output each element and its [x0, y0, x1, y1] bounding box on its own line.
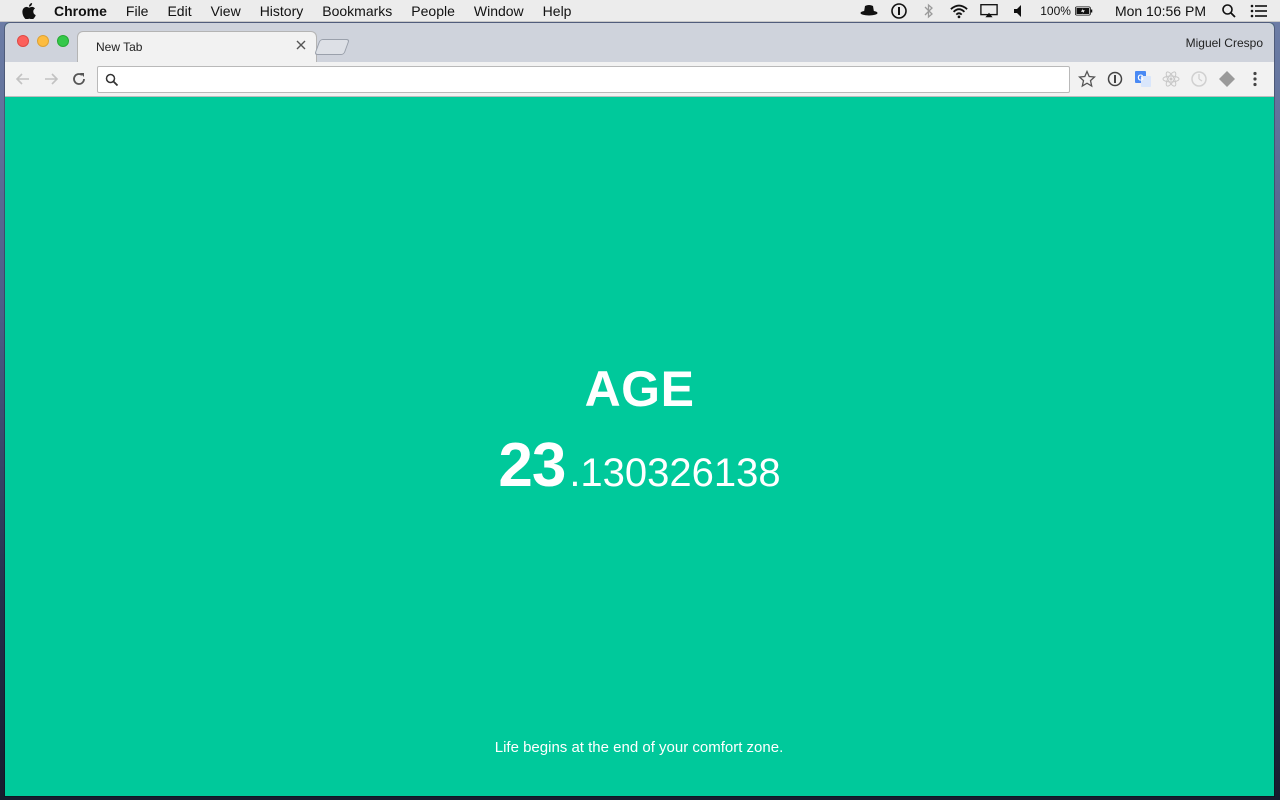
password-extension-icon[interactable]	[1106, 70, 1124, 88]
wifi-icon[interactable]	[950, 3, 968, 19]
window-close-button[interactable]	[17, 35, 29, 47]
menu-app-name[interactable]: Chrome	[54, 0, 107, 22]
chrome-menu-icon[interactable]	[1246, 70, 1264, 88]
menu-edit[interactable]: Edit	[167, 0, 191, 22]
menu-history[interactable]: History	[260, 0, 304, 22]
age-heading: AGE	[584, 361, 695, 417]
bookmark-star-icon[interactable]	[1078, 70, 1096, 88]
battery-charging-icon[interactable]	[1074, 3, 1093, 19]
tab-new-tab[interactable]: New Tab	[77, 31, 317, 62]
volume-icon[interactable]	[1010, 3, 1028, 19]
battery-percentage: 100%	[1040, 4, 1071, 18]
profile-name[interactable]: Miguel Crespo	[1186, 36, 1263, 50]
window-maximize-button[interactable]	[57, 35, 69, 47]
browser-toolbar: G	[5, 62, 1274, 97]
forward-arrow-icon[interactable]	[42, 70, 60, 88]
layers-extension-icon[interactable]	[1218, 70, 1236, 88]
password-manager-icon[interactable]	[890, 3, 908, 19]
address-bar[interactable]	[97, 66, 1070, 93]
menu-bar-status-area: 100% Mon 10:56 PM	[860, 0, 1280, 22]
timer-extension-icon[interactable]	[1190, 70, 1208, 88]
window-minimize-button[interactable]	[37, 35, 49, 47]
incognito-hat-icon[interactable]	[860, 3, 878, 19]
mac-menu-bar: Chrome File Edit View History Bookmarks …	[0, 0, 1280, 22]
reload-icon[interactable]	[70, 70, 88, 88]
age-integer: 23	[498, 431, 566, 500]
menu-bookmarks[interactable]: Bookmarks	[322, 0, 392, 22]
age-fraction: .130326138	[569, 451, 781, 495]
motivational-quote: Life begins at the end of your comfort z…	[494, 739, 784, 756]
menu-view[interactable]: View	[211, 0, 241, 22]
apple-menu-icon[interactable]	[20, 2, 38, 19]
back-arrow-icon[interactable]	[14, 70, 32, 88]
menu-file[interactable]: File	[126, 0, 149, 22]
age-counter: 23.130326138	[5, 430, 1274, 501]
menu-bar-clock[interactable]: Mon 10:56 PM	[1115, 3, 1206, 19]
new-tab-button[interactable]	[314, 39, 350, 55]
chrome-window: New Tab Miguel Crespo G AGE 23 .13032613…	[5, 23, 1274, 796]
menu-window[interactable]: Window	[474, 0, 524, 22]
tab-title: New Tab	[96, 40, 143, 54]
search-icon	[105, 73, 119, 87]
tab-strip: New Tab Miguel Crespo	[5, 23, 1274, 62]
menu-help[interactable]: Help	[543, 0, 572, 22]
google-translate-icon[interactable]: G	[1134, 70, 1152, 88]
tab-close-icon[interactable]	[294, 38, 308, 52]
new-tab-page: AGE 23.130326138 Life begins at the end …	[5, 98, 1274, 796]
spotlight-search-icon[interactable]	[1220, 3, 1238, 19]
address-input[interactable]	[124, 70, 1054, 90]
notification-center-icon[interactable]	[1250, 3, 1268, 19]
bluetooth-icon[interactable]	[920, 3, 938, 19]
menu-people[interactable]: People	[411, 0, 455, 22]
svg-text:G: G	[1138, 74, 1144, 83]
react-devtools-icon[interactable]	[1162, 70, 1180, 88]
airplay-icon[interactable]	[980, 3, 999, 19]
